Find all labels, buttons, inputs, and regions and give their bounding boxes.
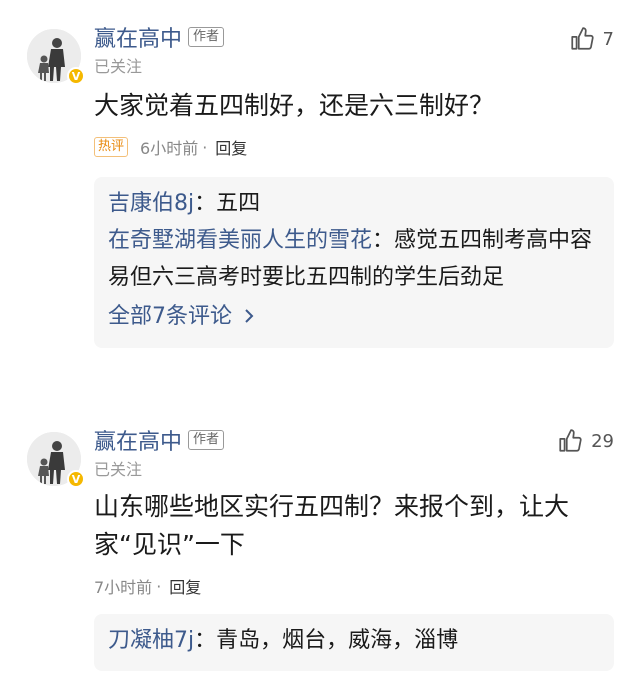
thumbs-up-icon [559,429,582,452]
reply-text: 青岛，烟台，威海，淄博 [216,628,459,653]
reply-author[interactable]: 刀凝柚7j [108,628,194,653]
author-tag: 作者 [188,430,225,450]
reply-colon: ： [194,628,217,653]
meta-separator: · [156,576,162,596]
comment-text: 山东哪些地区实行五四制？来报个到，让大家“见识”一下 [94,492,570,559]
like-button[interactable]: 29 [557,428,614,454]
comment-2: V 赢在高中 作者 已关注 29 山东哪些地区实行五四制？来报个到，让大家“见识… [0,0,640,671]
like-count: 29 [591,430,614,452]
timestamp: 7小时前 [94,578,153,597]
reply-button[interactable]: 回复 [169,574,201,598]
reply-item[interactable]: 刀凝柚7j：青岛，烟台，威海，淄博 [108,622,600,659]
reply-list: 刀凝柚7j：青岛，烟台，威海，淄博 [94,614,614,671]
username[interactable]: 赢在高中 [94,424,182,456]
verified-badge-icon: V [67,470,85,488]
comment-meta: 7小时前 · 回复 [94,574,614,598]
follow-status: 已关注 [94,460,143,479]
avatar[interactable]: V [27,432,85,488]
